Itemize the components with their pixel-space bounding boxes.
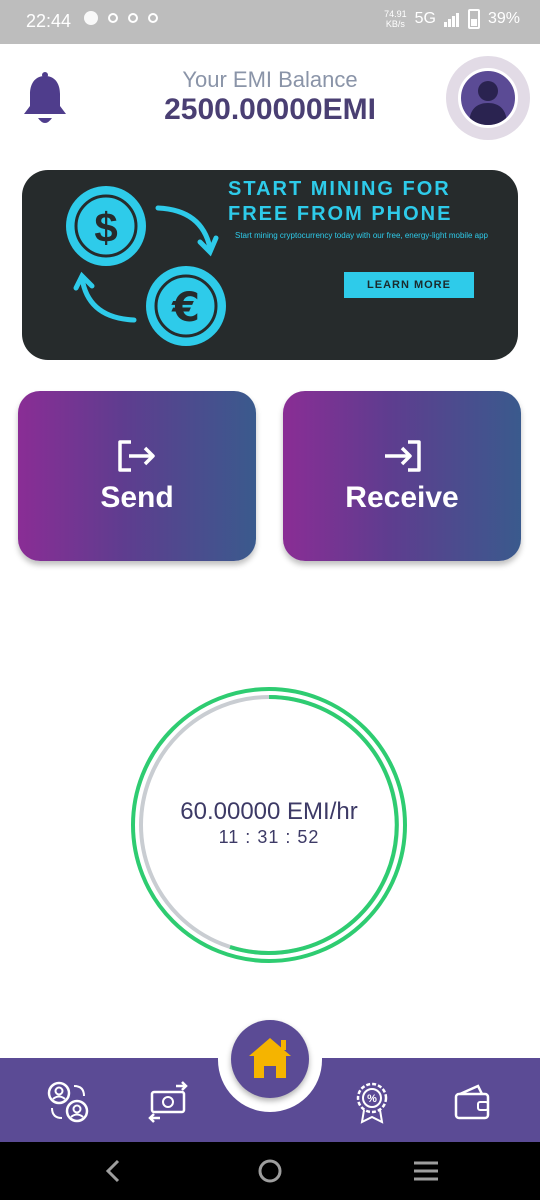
send-label: Send bbox=[100, 481, 174, 514]
banner-title: START MINING FOR FREE FROM PHONE bbox=[228, 178, 453, 225]
referral-icon[interactable] bbox=[46, 1080, 90, 1124]
profile-button[interactable] bbox=[446, 56, 530, 140]
svg-text:$: $ bbox=[94, 204, 117, 251]
logout-arrow-icon bbox=[118, 440, 155, 472]
notification-icons bbox=[84, 11, 158, 25]
receive-button[interactable]: Receive bbox=[283, 391, 521, 561]
receive-label: Receive bbox=[345, 481, 459, 514]
chat-icon bbox=[84, 11, 98, 25]
recents-icon[interactable] bbox=[412, 1158, 440, 1184]
back-icon[interactable] bbox=[100, 1158, 128, 1184]
battery-percent: 39% bbox=[487, 10, 520, 27]
system-indicators: 74.91 KB/s 5G 39% bbox=[384, 9, 520, 29]
home-icon bbox=[249, 1038, 291, 1078]
network-speed: 74.91 KB/s bbox=[384, 9, 407, 29]
banner-subtitle: Start mining cryptocurrency today with o… bbox=[234, 231, 488, 240]
signal-icon bbox=[443, 13, 459, 27]
exchange-icon[interactable] bbox=[146, 1080, 190, 1124]
network-type: 5G bbox=[414, 10, 436, 27]
nav-home[interactable] bbox=[231, 1020, 309, 1098]
system-nav-bar bbox=[0, 1142, 540, 1200]
user-icon bbox=[458, 68, 518, 128]
battery-icon bbox=[467, 9, 480, 29]
status-bar: 22:44 74.91 KB/s 5G 39% bbox=[0, 0, 540, 44]
notification-icon bbox=[128, 13, 138, 23]
wallet-icon[interactable] bbox=[450, 1080, 494, 1124]
mining-rate: 60.00000 EMI/hr bbox=[180, 798, 358, 825]
currency-exchange-illustration: $ € bbox=[66, 186, 226, 346]
mining-timer: 11 : 31 : 52 bbox=[218, 827, 320, 847]
promo-banner[interactable]: $ € START MINING FOR FREE FROM PHONE Sta… bbox=[22, 170, 518, 360]
svg-text:%: % bbox=[367, 1093, 377, 1105]
status-time: 22:44 bbox=[26, 11, 72, 31]
notification-icon bbox=[108, 13, 118, 23]
send-button[interactable]: Send bbox=[18, 391, 256, 561]
notification-icon bbox=[148, 13, 158, 23]
svg-text:€: € bbox=[171, 285, 200, 331]
login-arrow-icon bbox=[385, 440, 421, 472]
home-circle-icon[interactable] bbox=[256, 1158, 284, 1184]
learn-more-button[interactable]: LEARN MORE bbox=[344, 272, 474, 298]
discount-badge-icon[interactable]: % bbox=[350, 1080, 394, 1124]
